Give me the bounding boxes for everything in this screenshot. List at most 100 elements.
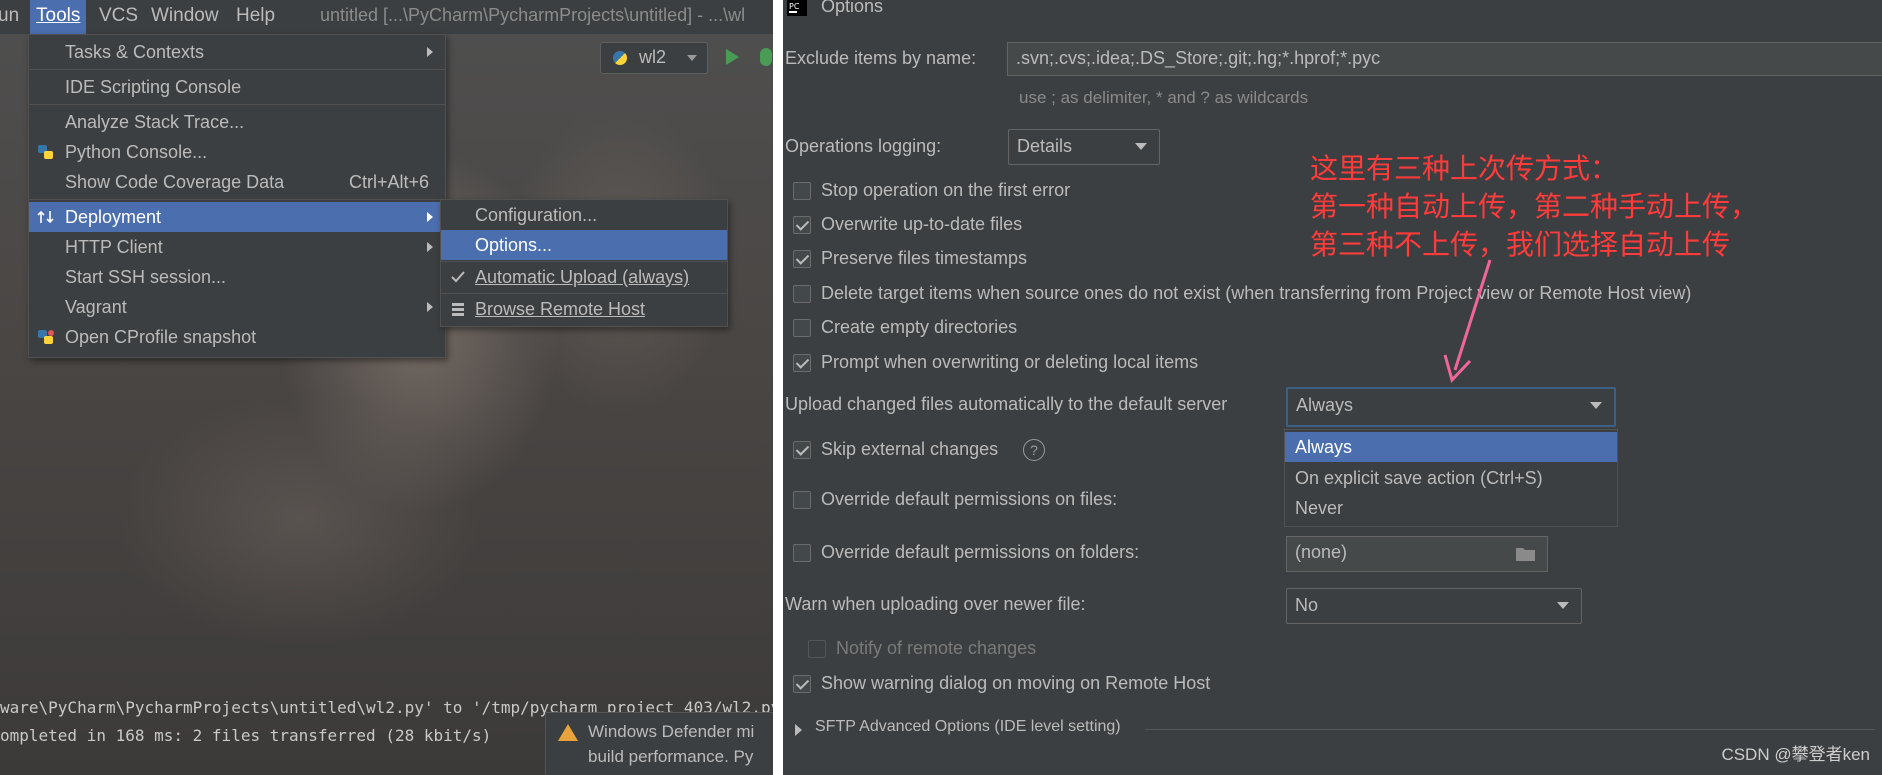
checkbox-prompt-overwriting[interactable] — [793, 354, 811, 372]
menu-item-vagrant[interactable]: Vagrant — [29, 292, 445, 322]
submenu-arrow-icon — [427, 242, 433, 252]
menu-item-label: Show Code Coverage Data — [65, 172, 285, 192]
svg-text:PC: PC — [789, 2, 800, 11]
warn-uploading-select[interactable]: No — [1286, 588, 1582, 624]
menu-item-tasks-contexts[interactable]: Tasks & Contexts — [29, 37, 445, 67]
deployment-submenu: Configuration... Options... Automatic Up… — [440, 199, 728, 327]
window-title: untitled [...\PyCharm\PycharmProjects\un… — [320, 5, 746, 25]
run-icon[interactable] — [726, 49, 739, 65]
menu-item-label: IDE Scripting Console — [65, 77, 242, 97]
folder-icon[interactable] — [1515, 545, 1537, 563]
expand-arrow-icon[interactable] — [795, 724, 802, 736]
menu-bar: un Tools VCS Window Help untitled [...\P… — [0, 0, 773, 34]
checkbox-preserve-timestamps[interactable] — [793, 250, 811, 268]
checkbox-overwrite-files[interactable] — [793, 216, 811, 234]
menu-item-label: HTTP Client — [65, 237, 163, 257]
menu-item-browse-remote-host[interactable]: Browse Remote Host — [441, 294, 727, 324]
sftp-advanced-toggle[interactable]: SFTP Advanced Options (IDE level setting… — [815, 718, 1121, 736]
annotation-line: 这里有三种上次传方式： — [1310, 152, 1619, 185]
menu-tools[interactable]: Tools — [30, 0, 87, 34]
checkbox-label: Create empty directories — [821, 317, 1018, 337]
annotation-text: 这里有三种上次传方式： 第一种自动上传，第二种手动上传， 第三种不上传，我们选择… — [1310, 150, 1758, 264]
field-value: (none) — [1295, 542, 1348, 562]
checkbox-override-folders[interactable] — [793, 544, 811, 562]
pycharm-logo-icon: PC — [787, 0, 807, 16]
upload-mode-select[interactable]: Always — [1286, 387, 1616, 427]
menu-item-options[interactable]: Options... — [441, 230, 727, 260]
menu-separator — [29, 69, 445, 70]
run-config-selector[interactable]: wl2 — [600, 42, 708, 74]
menu-item-label: Vagrant — [65, 297, 127, 317]
checkbox-show-warning[interactable] — [793, 675, 811, 693]
notification-text: build performance. Py — [588, 747, 754, 766]
menu-item-label: Tasks & Contexts — [65, 42, 205, 62]
menu-help[interactable]: Help — [230, 0, 281, 34]
menu-vcs[interactable]: VCS — [93, 0, 144, 34]
dropdown-option-explicit-save[interactable]: On explicit save action (Ctrl+S) — [1285, 463, 1617, 493]
checkmark-icon — [451, 271, 465, 283]
menu-item-python-console[interactable]: Python Console... — [29, 137, 445, 167]
windows-defender-notification[interactable]: Windows Defender mi build performance. P… — [545, 712, 773, 775]
checkbox-delete-target[interactable] — [793, 285, 811, 303]
folder-permissions-field[interactable]: (none) — [1286, 536, 1548, 572]
dialog-title: Options — [821, 0, 884, 16]
operations-logging-select[interactable]: Details — [1008, 129, 1160, 165]
exclude-hint: use ; as delimiter, * and ? as wildcards — [1019, 88, 1309, 107]
checkbox-label: Stop operation on the first error — [821, 180, 1071, 200]
menu-item-label: Python Console... — [65, 142, 208, 162]
dropdown-option-never[interactable]: Never — [1285, 493, 1617, 523]
select-value: No — [1295, 595, 1319, 615]
checkbox-notify-remote[interactable] — [808, 640, 826, 658]
annotation-line: 第一种自动上传，第二种手动上传， — [1310, 190, 1759, 223]
server-icon — [452, 303, 464, 316]
menu-item-start-ssh[interactable]: Start SSH session... — [29, 262, 445, 292]
checkbox-skip-external[interactable] — [793, 441, 811, 459]
checkbox-override-files[interactable] — [793, 491, 811, 509]
checkbox-label: Notify of remote changes — [836, 638, 1037, 658]
checkbox-label: Override default permissions on folders: — [821, 542, 1140, 562]
menu-tools-label: Tools — [36, 5, 81, 26]
cprofile-icon — [38, 330, 54, 344]
chevron-down-icon — [1557, 602, 1569, 609]
menu-separator — [29, 199, 445, 200]
menu-run[interactable]: un — [0, 0, 25, 34]
deployment-icon — [37, 210, 54, 224]
menu-item-label: Deployment — [65, 207, 162, 227]
run-config-name: wl2 — [639, 47, 667, 67]
menu-item-http-client[interactable]: HTTP Client — [29, 232, 445, 262]
menu-item-analyze-stack-trace[interactable]: Analyze Stack Trace... — [29, 107, 445, 137]
warning-icon — [558, 724, 578, 741]
ide-window: un Tools VCS Window Help untitled [...\P… — [0, 0, 773, 775]
checkbox-create-empty-dirs[interactable] — [793, 319, 811, 337]
exclude-items-input[interactable]: .svn;.cvs;.idea;.DS_Store;.git;.hg;*.hpr… — [1007, 42, 1882, 76]
menu-item-label: Browse Remote Host — [475, 299, 646, 319]
menu-item-label: Open CProfile snapshot — [65, 327, 257, 347]
menu-item-configuration[interactable]: Configuration... — [441, 200, 727, 230]
menu-item-open-cprofile[interactable]: Open CProfile snapshot — [29, 322, 445, 352]
notification-text: Windows Defender mi — [588, 722, 755, 741]
log-line: ompleted in 168 ms: 2 files transferred … — [0, 726, 492, 745]
select-value: Always — [1296, 395, 1354, 415]
operations-logging-label: Operations logging: — [785, 136, 942, 156]
menu-item-label: Automatic Upload (always) — [475, 267, 690, 287]
menu-item-show-code-coverage[interactable]: Show Code Coverage Data Ctrl+Alt+6 — [29, 167, 445, 197]
options-dialog: PC Options Exclude items by name: .svn;.… — [783, 0, 1882, 775]
chevron-down-icon — [1590, 402, 1602, 409]
dropdown-option-always[interactable]: Always — [1285, 432, 1617, 462]
menu-item-ide-scripting-console[interactable]: IDE Scripting Console — [29, 72, 445, 102]
checkbox-label: Show warning dialog on moving on Remote … — [821, 673, 1211, 693]
submenu-arrow-icon — [427, 47, 433, 57]
upload-changed-label: Upload changed files automatically to th… — [785, 394, 1228, 414]
checkbox-label: Overwrite up-to-date files — [821, 214, 1023, 234]
menu-item-deployment[interactable]: Deployment — [29, 202, 445, 232]
checkbox-label: Delete target items when source ones do … — [821, 283, 1692, 303]
menu-item-label: Configuration... — [475, 205, 598, 225]
checkbox-stop-on-error[interactable] — [793, 182, 811, 200]
menu-item-automatic-upload[interactable]: Automatic Upload (always) — [441, 262, 727, 292]
exclude-label: Exclude items by name: — [785, 48, 977, 68]
upload-mode-dropdown: Always On explicit save action (Ctrl+S) … — [1284, 429, 1618, 527]
select-value: Details — [1017, 136, 1073, 156]
debug-icon[interactable] — [760, 48, 772, 66]
help-icon[interactable]: ? — [1023, 439, 1045, 461]
menu-window[interactable]: Window — [145, 0, 225, 34]
